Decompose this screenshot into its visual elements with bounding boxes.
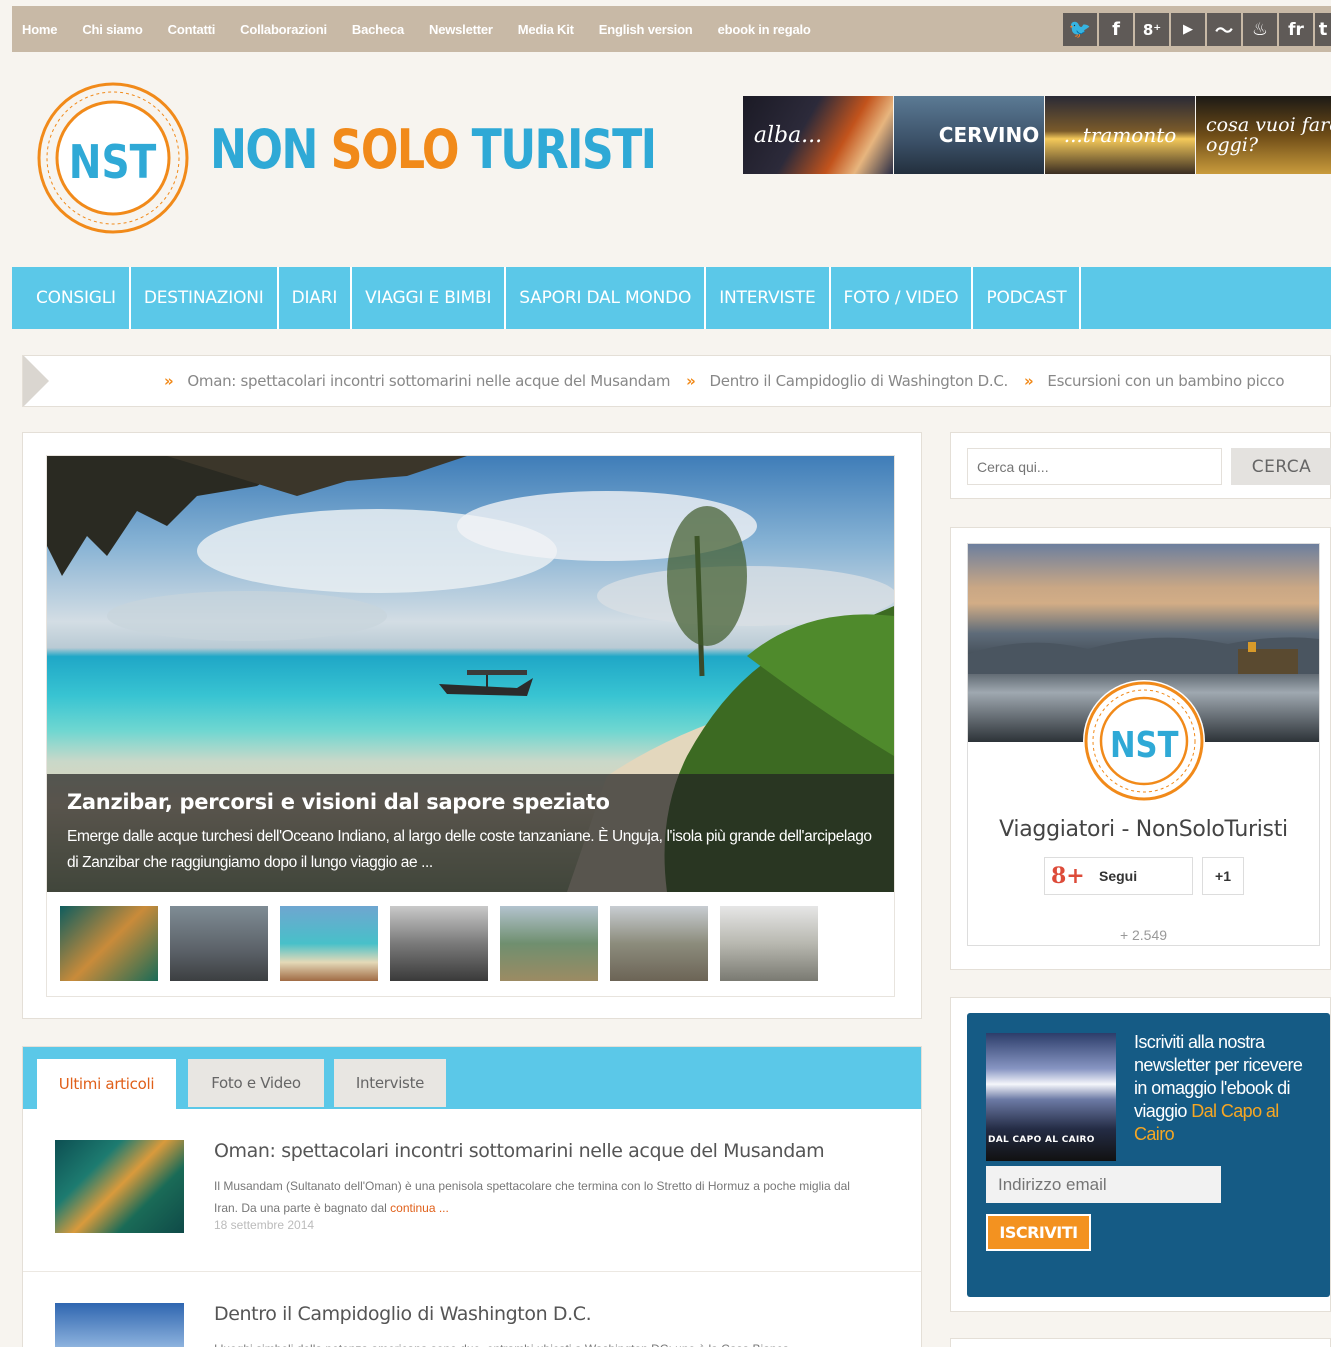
ebook-cover-caption: DAL CAPO AL CAIRO bbox=[988, 1135, 1095, 1145]
search-panel: CERCA bbox=[950, 432, 1331, 499]
banner-tile-cervino-text: CERVINO bbox=[938, 123, 1040, 147]
tab-interviste[interactable]: Interviste bbox=[334, 1059, 446, 1107]
search-input[interactable] bbox=[967, 448, 1222, 485]
ticker-item[interactable]: » Escursioni con un bambino picco bbox=[1024, 372, 1285, 390]
tab-foto-e-video[interactable]: Foto e Video bbox=[188, 1059, 324, 1107]
post-thumbnail[interactable] bbox=[55, 1140, 184, 1233]
main-nav-podcast[interactable]: PODCAST bbox=[973, 267, 1082, 329]
tab-ultimi-articoli[interactable]: Ultimi articoli bbox=[37, 1059, 176, 1109]
site-title-part1: NON bbox=[210, 118, 331, 181]
top-nav-chi-siamo[interactable]: Chi siamo bbox=[82, 22, 143, 37]
site-title-part3: TURISTI bbox=[471, 118, 657, 181]
top-nav-bacheca[interactable]: Bacheca bbox=[352, 22, 404, 37]
banner-tile-cervino[interactable]: CERVINO bbox=[894, 96, 1044, 174]
featured-image[interactable]: Zanzibar, percorsi e visioni dal sapore … bbox=[47, 456, 894, 892]
flag-fr-icon[interactable]: fr bbox=[1279, 13, 1313, 46]
slider-thumbnail[interactable] bbox=[390, 906, 488, 981]
top-nav-home[interactable]: Home bbox=[22, 22, 58, 37]
banner-tile-cosa-vuoi-text: cosa vuoi fare oggi? bbox=[1206, 114, 1331, 156]
top-nav-collaborazioni[interactable]: Collaborazioni bbox=[240, 22, 327, 37]
featured-slider: Zanzibar, percorsi e visioni dal sapore … bbox=[46, 455, 895, 997]
top-nav-media-kit[interactable]: Media Kit bbox=[518, 22, 574, 37]
post-thumbnail[interactable] bbox=[55, 1303, 184, 1347]
main-nav-viaggi-e-bimbi[interactable]: VIAGGI E BIMBI bbox=[352, 267, 507, 329]
plus-one-button[interactable]: +1 bbox=[1202, 857, 1244, 895]
banner-tile-tramonto[interactable]: ...tramonto bbox=[1045, 96, 1195, 174]
google-plus-icon: 8+ bbox=[1051, 863, 1085, 889]
logo-seal[interactable]: NST bbox=[36, 81, 190, 235]
site-title[interactable]: NON SOLO TURISTI bbox=[210, 118, 657, 181]
featured-caption: Zanzibar, percorsi e visioni dal sapore … bbox=[47, 774, 894, 892]
post-excerpt: I luoghi simboli della potenza americana… bbox=[214, 1338, 874, 1347]
news-ticker: » Oman: spettacolari incontri sottomarini… bbox=[22, 355, 1331, 407]
google-plus-widget: NST Viaggiatori - NonSoloTuristi 8+ Segu… bbox=[950, 527, 1331, 970]
google-plus-icon[interactable]: 8⁺ bbox=[1135, 13, 1169, 46]
slider-thumbnail[interactable] bbox=[500, 906, 598, 981]
slider-thumbnail[interactable] bbox=[280, 906, 378, 981]
more-icon[interactable]: t bbox=[1315, 13, 1331, 46]
divider bbox=[23, 1271, 921, 1272]
top-nav-contatti[interactable]: Contatti bbox=[168, 22, 216, 37]
twitter-icon[interactable]: 🐦 bbox=[1063, 13, 1097, 46]
email-field[interactable] bbox=[986, 1166, 1221, 1203]
flame-icon[interactable]: ♨ bbox=[1243, 13, 1277, 46]
google-plus-card: NST Viaggiatori - NonSoloTuristi 8+ Segu… bbox=[967, 543, 1320, 946]
banner-tile-alba-text: alba... bbox=[753, 122, 823, 148]
top-nav: Home Chi siamo Contatti Collaborazioni B… bbox=[12, 22, 836, 37]
main-nav: CONSIGLI DESTINAZIONI DIARI VIAGGI E BIM… bbox=[12, 267, 1331, 329]
post-date: 18 settembre 2014 bbox=[214, 1218, 315, 1232]
banner-tile-tramonto-text: ...tramonto bbox=[1063, 123, 1177, 147]
rss-icon[interactable]: 〜 bbox=[1207, 13, 1241, 46]
main-nav-destinazioni[interactable]: DESTINAZIONI bbox=[131, 267, 279, 329]
follow-label: Segui bbox=[1099, 868, 1138, 884]
search-button[interactable]: CERCA bbox=[1231, 448, 1331, 485]
featured-slider-panel: Zanzibar, percorsi e visioni dal sapore … bbox=[22, 432, 922, 1019]
google-plus-avatar-text: NST bbox=[1110, 724, 1179, 766]
slider-thumbnail[interactable] bbox=[170, 906, 268, 981]
logo-seal-text: NST bbox=[69, 136, 157, 190]
social-icons: 🐦 f 8⁺ ▶ 〜 ♨ fr t bbox=[1061, 13, 1331, 46]
main-nav-interviste[interactable]: INTERVISTE bbox=[706, 267, 831, 329]
google-plus-name[interactable]: Viaggiatori - NonSoloTuristi bbox=[968, 817, 1319, 842]
site-title-part2: SOLO bbox=[330, 118, 472, 181]
next-widget bbox=[950, 1338, 1331, 1347]
tab-bar: Ultimi articoli Foto e Video Interviste bbox=[23, 1047, 921, 1109]
slider-thumbnail[interactable] bbox=[60, 906, 158, 981]
main-nav-diari[interactable]: DIARI bbox=[279, 267, 353, 329]
ticker-item[interactable]: » Oman: spettacolari incontri sottomarini… bbox=[164, 372, 670, 390]
top-nav-newsletter[interactable]: Newsletter bbox=[429, 22, 493, 37]
featured-title[interactable]: Zanzibar, percorsi e visioni dal sapore … bbox=[67, 790, 874, 814]
top-nav-english-version[interactable]: English version bbox=[599, 22, 693, 37]
articles-tabs-panel: Ultimi articoli Foto e Video Interviste … bbox=[22, 1046, 922, 1347]
google-plus-follow-button[interactable]: 8+ Segui bbox=[1044, 857, 1193, 895]
newsletter-text: Iscriviti alla nostra newsletter per ric… bbox=[1134, 1032, 1303, 1144]
banner-tile-alba[interactable]: alba... bbox=[743, 96, 893, 174]
follower-count: + 2.549 bbox=[1119, 927, 1168, 943]
slider-thumbnails bbox=[60, 906, 830, 981]
main-nav-foto-video[interactable]: FOTO / VIDEO bbox=[831, 267, 974, 329]
banner-tile-cosa-vuoi[interactable]: cosa vuoi fare oggi? bbox=[1196, 96, 1331, 174]
ticker-item[interactable]: » Dentro il Campidoglio di Washington D.C… bbox=[686, 372, 1008, 390]
top-nav-ebook[interactable]: ebook in regalo bbox=[718, 22, 811, 37]
ebook-cover[interactable]: DAL CAPO AL CAIRO bbox=[986, 1033, 1116, 1161]
featured-excerpt: Emerge dalle acque turchesi dell'Oceano … bbox=[67, 828, 872, 871]
newsletter-panel: DAL CAPO AL CAIRO Iscriviti alla nostra … bbox=[950, 997, 1331, 1312]
header-banner[interactable]: alba... CERVINO ...tramonto cosa vuoi fa… bbox=[743, 96, 1331, 174]
post-excerpt: Il Musandam (Sultanato dell'Oman) è una … bbox=[214, 1179, 850, 1215]
post-title[interactable]: Oman: spettacolari incontri sottomarini … bbox=[214, 1140, 825, 1162]
youtube-icon[interactable]: ▶ bbox=[1171, 13, 1205, 46]
slider-thumbnail[interactable] bbox=[720, 906, 818, 981]
newsletter-box: DAL CAPO AL CAIRO Iscriviti alla nostra … bbox=[967, 1013, 1330, 1297]
facebook-icon[interactable]: f bbox=[1099, 13, 1133, 46]
main-nav-consigli[interactable]: CONSIGLI bbox=[12, 267, 131, 329]
main-nav-sapori-dal-mondo[interactable]: SAPORI DAL MONDO bbox=[506, 267, 707, 329]
post-title[interactable]: Dentro il Campidoglio di Washington D.C. bbox=[214, 1303, 592, 1325]
google-plus-avatar[interactable]: NST bbox=[1083, 680, 1205, 802]
ticker-arrow-icon bbox=[23, 356, 49, 406]
top-bar: Home Chi siamo Contatti Collaborazioni B… bbox=[12, 6, 1331, 52]
subscribe-button[interactable]: ISCRIVITI bbox=[986, 1214, 1091, 1251]
slider-thumbnail[interactable] bbox=[610, 906, 708, 981]
post-read-more-link[interactable]: continua ... bbox=[390, 1201, 449, 1215]
